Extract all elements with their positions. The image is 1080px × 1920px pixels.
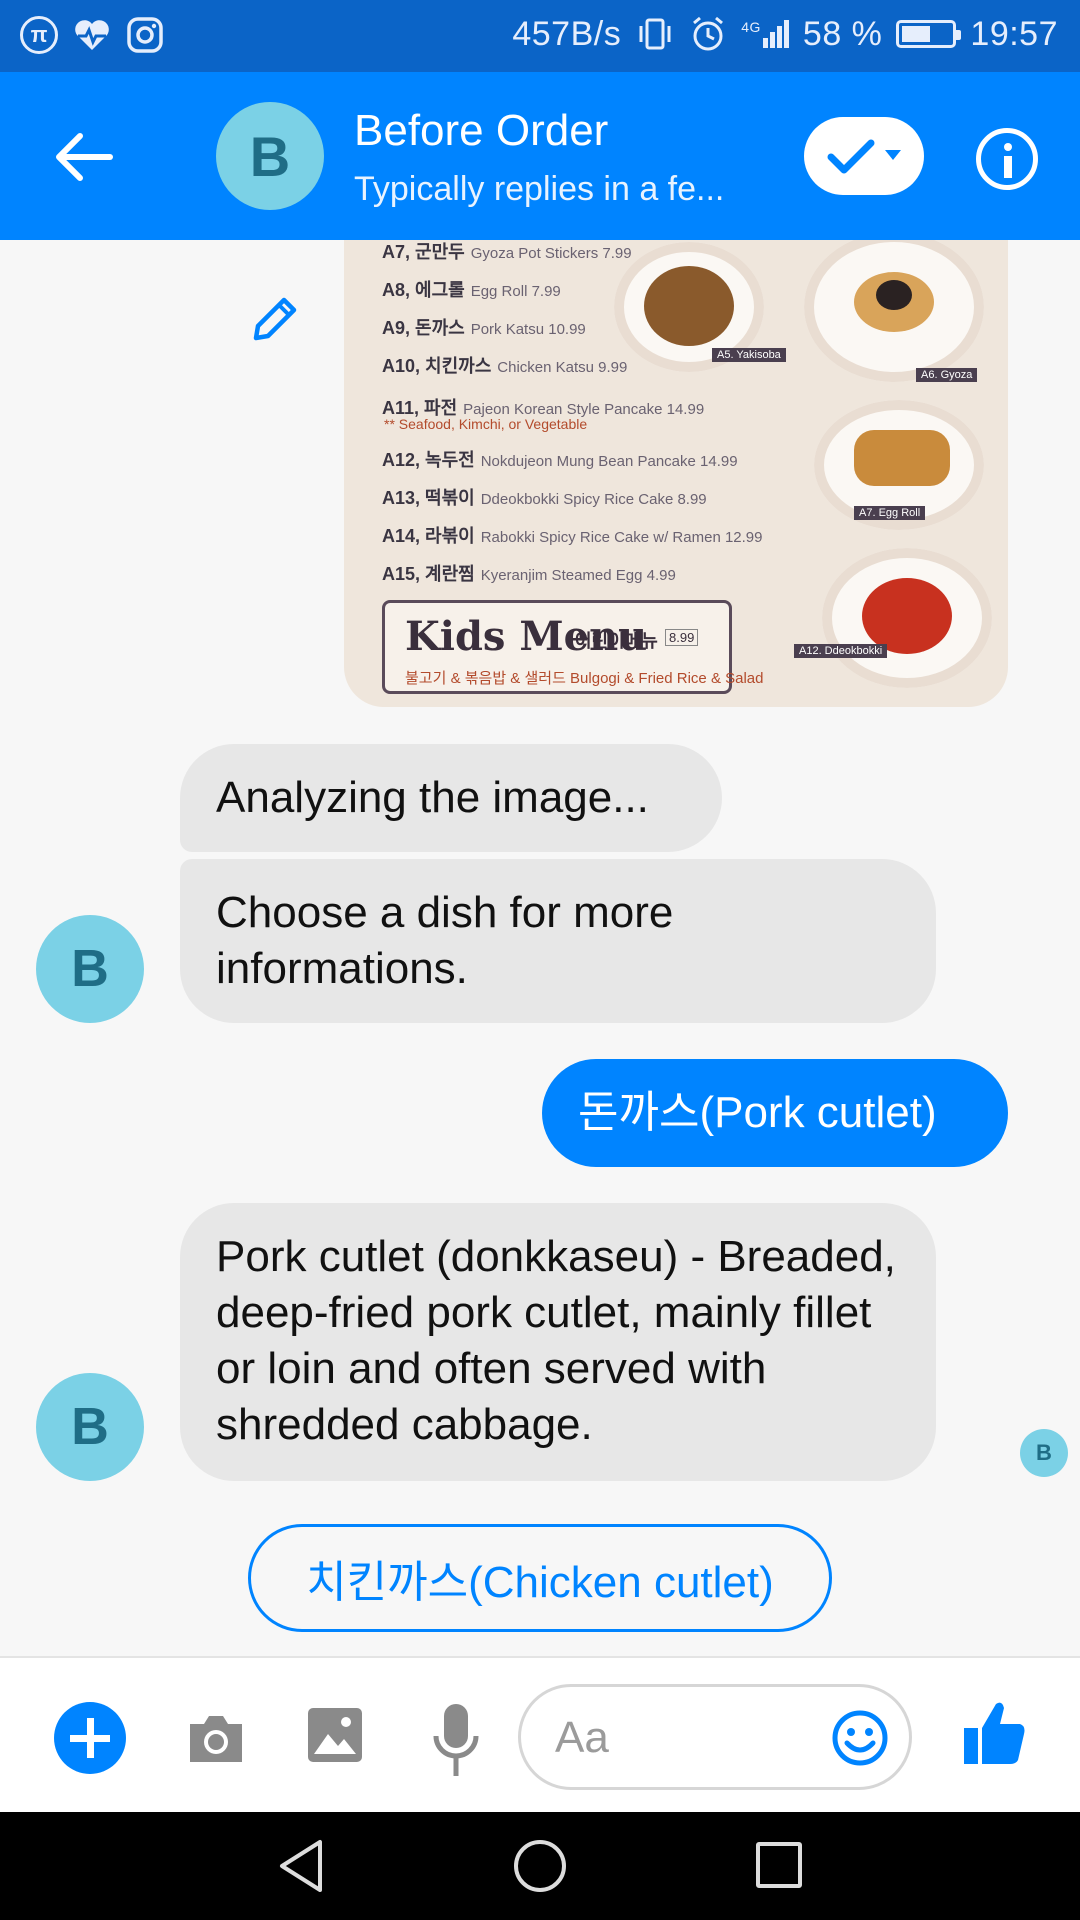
message-list[interactable]: A7, 군만두 Gyoza Pot Stickers 7.99 A8, 에그롤 Eg… xyxy=(0,240,1080,1656)
notification-icons: π xyxy=(20,16,164,54)
kids-menu-price: 8.99 xyxy=(665,629,699,646)
thumbs-up-icon[interactable] xyxy=(962,1698,1028,1768)
nav-recents-icon[interactable] xyxy=(756,1842,802,1888)
kids-menu-box: Kids Menu 어린이메뉴 8.99 불고기 & 볶음밥 & 샐러드 Bul… xyxy=(382,600,763,694)
menu-item: A7, 군만두 Gyoza Pot Stickers 7.99 xyxy=(382,242,632,262)
camera-icon[interactable] xyxy=(184,1708,248,1770)
pencil-icon[interactable] xyxy=(244,292,302,350)
image-icon[interactable] xyxy=(306,1706,364,1764)
alarm-icon xyxy=(693,16,724,51)
menu-photo[interactable]: A7, 군만두 Gyoza Pot Stickers 7.99 A8, 에그롤 Eg… xyxy=(344,240,1008,707)
menu-note: ** Seafood, Kimchi, or Vegetable xyxy=(384,416,588,432)
plus-icon[interactable] xyxy=(54,1702,126,1774)
message-composer: Aa xyxy=(0,1656,1080,1812)
quick-reply-chicken-cutlet[interactable]: 치킨까스(Chicken cutlet) xyxy=(248,1524,832,1632)
kids-menu-subtitle: 불고기 & 볶음밥 & 샐러드 Bulgogi & Fried Rice & S… xyxy=(405,670,764,687)
bot-message[interactable]: Choose a dish for more informations. xyxy=(180,859,936,1023)
seen-indicator-avatar: B xyxy=(1020,1429,1068,1477)
page-avatar[interactable]: B xyxy=(216,102,324,210)
signal-icon: 4G xyxy=(741,20,789,48)
menu-item: A14, 라볶이 Rabokki Spicy Rice Cake w/ Ramen… xyxy=(382,526,763,546)
bot-message[interactable]: Analyzing the image... xyxy=(180,744,722,852)
kids-menu-korean: 어린이메뉴 xyxy=(575,631,658,651)
vibrate-icon xyxy=(639,18,671,50)
status-bar: π 457B/s 4G 58 % 19:57 xyxy=(0,0,1080,72)
chevron-down-icon xyxy=(885,150,901,160)
ddeokbokki-plate xyxy=(822,548,992,688)
microphone-icon[interactable] xyxy=(430,1702,482,1782)
system-navigation-bar xyxy=(0,1812,1080,1920)
message-input-placeholder: Aa xyxy=(555,1713,609,1762)
conversation-title[interactable]: Before Order xyxy=(354,106,608,156)
nav-home-icon[interactable] xyxy=(514,1840,566,1892)
menu-item: A12, 녹두전 Nokdujeon Mung Bean Pancake 14.9… xyxy=(382,450,738,470)
message-input[interactable]: Aa xyxy=(518,1684,912,1790)
menu-item: A13, 떡볶이 Ddeokbokki Spicy Rice Cake 8.99 xyxy=(382,488,707,508)
bot-message[interactable]: Pork cutlet (donkkaseu) - Breaded, deep-… xyxy=(180,1203,936,1481)
pi-icon: π xyxy=(20,16,58,54)
checkmark-icon xyxy=(827,139,875,174)
bot-avatar[interactable]: B xyxy=(36,1373,144,1481)
plate-label: A6. Gyoza xyxy=(916,368,978,382)
reply-time-subtitle[interactable]: Typically replies in a fe... xyxy=(354,170,724,209)
info-icon[interactable] xyxy=(976,128,1038,190)
menu-item: A9, 돈까스 Pork Katsu 10.99 xyxy=(382,318,586,338)
battery-icon xyxy=(896,20,962,48)
user-message[interactable]: 돈까스(Pork cutlet) xyxy=(542,1059,1008,1167)
conversation-header: B Before Order Typically replies in a fe… xyxy=(0,72,1080,240)
emoji-icon[interactable] xyxy=(831,1709,889,1767)
nav-back-icon[interactable] xyxy=(276,1838,326,1894)
status-right: 457B/s 4G 58 % 19:57 xyxy=(512,14,1058,54)
bot-avatar[interactable]: B xyxy=(36,915,144,1023)
mark-done-button[interactable] xyxy=(804,117,924,195)
net-speed: 457B/s xyxy=(512,14,622,53)
instagram-icon xyxy=(127,17,163,53)
clock: 19:57 xyxy=(970,14,1058,53)
plate-label: A5. Yakisoba xyxy=(712,348,786,362)
plate-label: A7. Egg Roll xyxy=(854,506,926,520)
gyoza-plate xyxy=(804,240,984,382)
network-type: 4G xyxy=(741,19,761,35)
health-icon xyxy=(75,20,109,50)
menu-item: A8, 에그롤 Egg Roll 7.99 xyxy=(382,280,561,300)
menu-item: A15, 계란찜 Kyeranjim Steamed Egg 4.99 xyxy=(382,564,676,584)
menu-item: A10, 치킨까스 Chicken Katsu 9.99 xyxy=(382,356,628,376)
plate-label: A12. Ddeokbokki xyxy=(794,644,888,658)
battery-percent: 58 % xyxy=(802,14,883,53)
back-arrow-icon[interactable] xyxy=(50,122,120,192)
